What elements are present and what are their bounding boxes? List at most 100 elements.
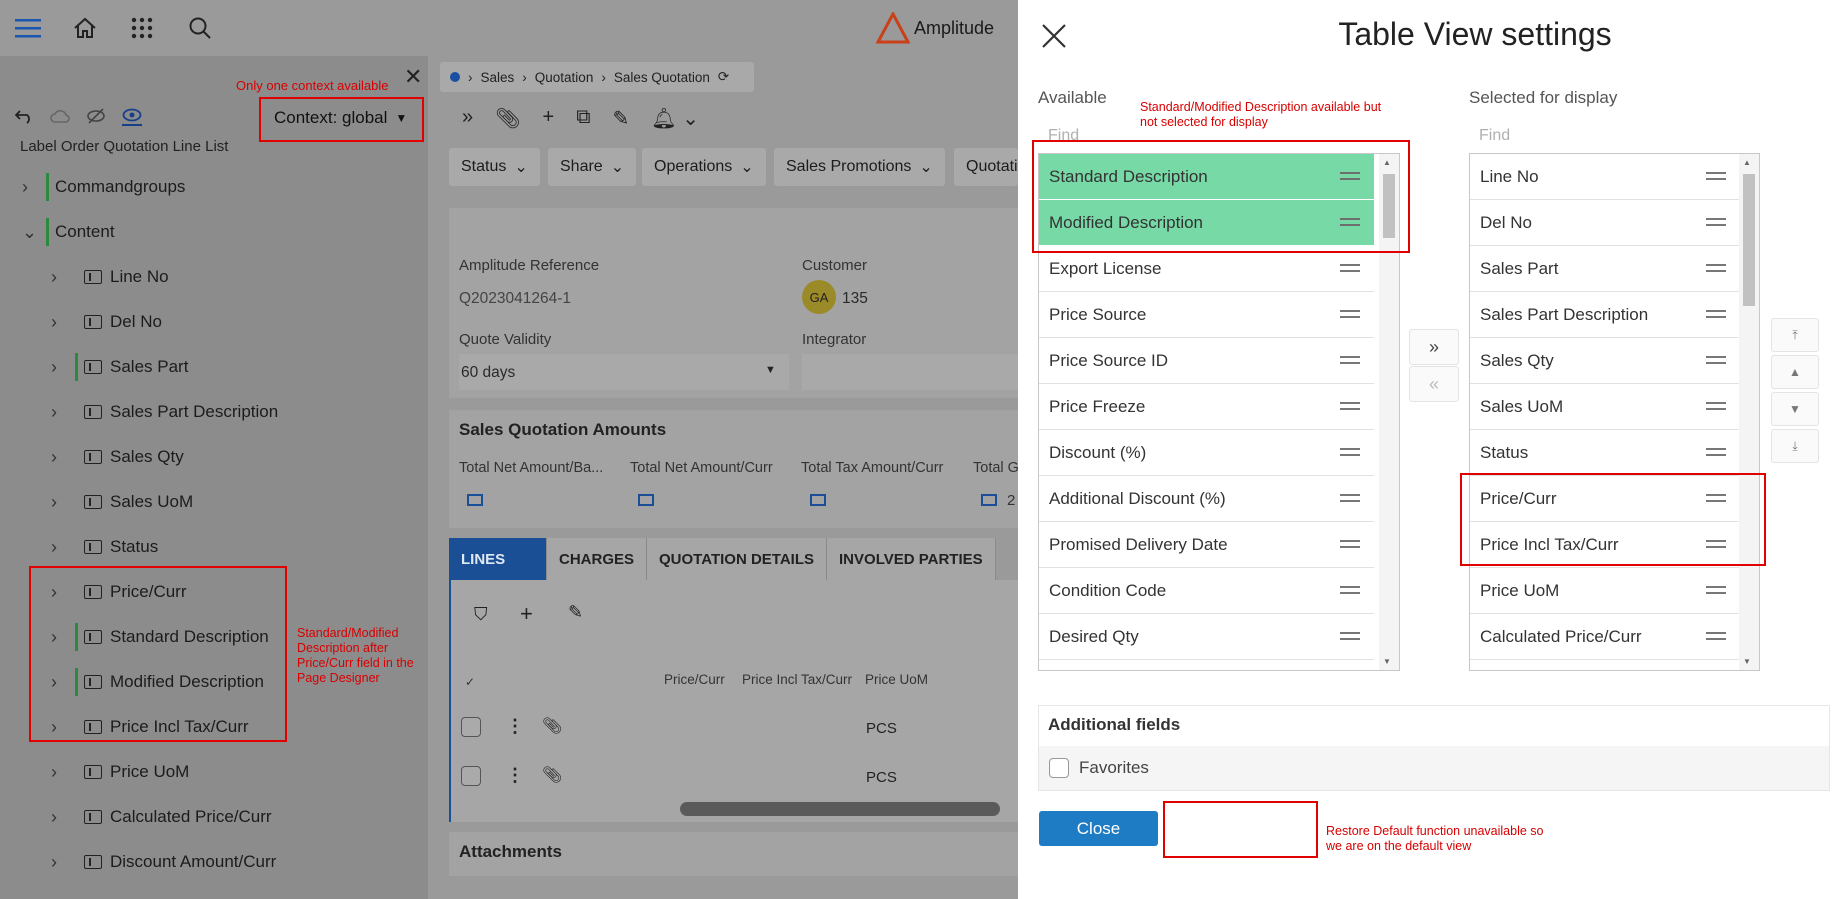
move-top-button[interactable]: ⤒ (1771, 318, 1819, 352)
drag-handle-icon[interactable] (1706, 218, 1726, 226)
selected-list-item[interactable]: Calculated Price/Curr (1470, 614, 1740, 660)
quotation-dropdown[interactable]: Quotatio (954, 148, 1018, 186)
edit-icon[interactable]: ✎ (612, 106, 629, 131)
drag-handle-icon[interactable] (1706, 402, 1726, 410)
chevron-right-icon[interactable]: › (51, 537, 67, 558)
tree-item[interactable]: › Price UoM (51, 752, 189, 792)
available-list-item[interactable]: Condition Code (1039, 568, 1374, 614)
tab-charges[interactable]: CHARGES (547, 538, 648, 580)
share-dropdown[interactable]: Share ⌄ (548, 148, 637, 186)
apps-grid-icon[interactable] (128, 14, 156, 42)
drag-handle-icon[interactable] (1340, 402, 1360, 410)
tree-item[interactable]: › Calculated Price/Curr (51, 797, 272, 837)
scroll-down-icon[interactable]: ▼ (1743, 657, 1751, 666)
move-bottom-button[interactable]: ⤓ (1771, 429, 1819, 463)
drag-handle-icon[interactable] (1706, 448, 1726, 456)
close-button[interactable]: Close (1039, 811, 1158, 846)
validity-select[interactable]: 60 days ▼ (459, 354, 789, 390)
move-to-available-button[interactable]: « (1409, 366, 1459, 402)
filter-icon[interactable]: ⛉ (474, 604, 488, 625)
duplicate-icon[interactable]: ⧉ (576, 106, 590, 131)
context-dropdown[interactable]: Context: global ▼ (274, 108, 407, 128)
favorites-row[interactable]: Favorites (1039, 746, 1829, 790)
horizontal-scrollbar[interactable] (680, 802, 1000, 816)
drag-handle-icon[interactable] (1706, 172, 1726, 180)
tree-item[interactable]: › Sales Qty (51, 437, 184, 477)
tree-item[interactable]: › Commandgroups (22, 167, 185, 207)
tree-item[interactable]: › Sales Part Description (51, 392, 278, 432)
move-down-button[interactable]: ▼ (1771, 392, 1819, 426)
chevron-right-icon[interactable]: › (51, 492, 67, 513)
cloud-upload-icon[interactable] (50, 106, 70, 126)
drag-handle-icon[interactable] (1706, 264, 1726, 272)
drag-handle-icon[interactable] (1706, 586, 1726, 594)
add-icon[interactable]: + (543, 106, 555, 131)
expand-icon[interactable]: » (462, 106, 473, 131)
row-checkbox[interactable] (461, 766, 481, 786)
tree-item[interactable]: › Sales UoM (51, 482, 193, 522)
chevron-right-icon[interactable]: › (51, 807, 67, 828)
amount-icon[interactable] (467, 494, 483, 506)
scroll-down-icon[interactable]: ▼ (1383, 657, 1391, 666)
available-list-item[interactable]: Discount (%) (1039, 430, 1374, 476)
drag-handle-icon[interactable] (1340, 586, 1360, 594)
move-to-selected-button[interactable]: » (1409, 329, 1459, 365)
search-icon[interactable] (186, 14, 214, 42)
refresh-icon[interactable]: ⟳ (718, 69, 729, 85)
edit-icon[interactable]: ✎ (568, 602, 583, 623)
integrator-field[interactable] (802, 354, 1018, 390)
scroll-up-icon[interactable]: ▲ (1743, 158, 1751, 167)
drag-handle-icon[interactable] (1340, 356, 1360, 364)
chevron-right-icon[interactable]: › (51, 762, 67, 783)
drag-handle-icon[interactable] (1706, 310, 1726, 318)
selected-list-item[interactable]: Sales Qty (1470, 338, 1740, 384)
tab-quotation-details[interactable]: QUOTATION DETAILS (647, 538, 828, 580)
selected-list-item[interactable]: Line No (1470, 154, 1740, 200)
chevron-right-icon[interactable]: › (22, 177, 38, 198)
operations-dropdown[interactable]: Operations ⌄ (642, 148, 766, 186)
menu-icon[interactable] (14, 14, 42, 42)
tab-involved-parties[interactable]: INVOLVED PARTIES (827, 538, 996, 580)
drag-handle-icon[interactable] (1340, 448, 1360, 456)
available-list-item[interactable]: Additional Discount (%) (1039, 476, 1374, 522)
amount-icon[interactable] (810, 494, 826, 506)
tab-lines[interactable]: LINES (449, 538, 547, 580)
breadcrumb-sales-quotation[interactable]: Sales Quotation (614, 70, 710, 85)
home-icon[interactable] (71, 14, 99, 42)
drag-handle-icon[interactable] (1340, 264, 1360, 272)
notification-bell-icon[interactable]: 🔔︎ ⌄ (651, 106, 699, 131)
tree-item[interactable]: › Status (51, 527, 158, 567)
vertical-scrollbar[interactable]: ▲ ▼ (1739, 154, 1759, 670)
attachment-icon[interactable]: 📎︎ (495, 106, 520, 131)
chevron-right-icon[interactable]: › (51, 267, 67, 288)
scroll-thumb[interactable] (1743, 174, 1755, 306)
drag-handle-icon[interactable] (1340, 494, 1360, 502)
sales-promotions-dropdown[interactable]: Sales Promotions ⌄ (774, 148, 945, 186)
available-list-item[interactable]: Promised Delivery Date (1039, 522, 1374, 568)
selected-list-item[interactable]: Sales Part (1470, 246, 1740, 292)
add-icon[interactable]: + (520, 601, 533, 627)
amount-icon[interactable] (981, 494, 997, 506)
chevron-right-icon[interactable]: › (51, 312, 67, 333)
status-dropdown[interactable]: Status ⌄ (449, 148, 540, 186)
tree-item[interactable]: › Sales Part (51, 347, 188, 387)
grid-header[interactable]: Price UoM (865, 672, 928, 687)
available-list-item[interactable]: Price Source (1039, 292, 1374, 338)
chevron-right-icon[interactable]: › (51, 357, 67, 378)
tree-item[interactable]: › Line No (51, 257, 169, 297)
chevron-right-icon[interactable]: › (51, 852, 67, 873)
eye-icon[interactable] (122, 106, 142, 126)
grid-header[interactable]: Price/Curr (664, 672, 725, 687)
more-vertical-icon[interactable]: ⋮ (506, 765, 524, 786)
grid-header[interactable]: Price Incl Tax/Curr (742, 672, 852, 687)
tree-item[interactable]: › Del No (51, 302, 162, 342)
attachment-icon[interactable]: 📎︎ (542, 716, 562, 736)
selected-list-item[interactable]: Del No (1470, 200, 1740, 246)
favorites-checkbox[interactable] (1049, 758, 1069, 778)
attachment-icon[interactable]: 📎︎ (542, 765, 562, 785)
amount-icon[interactable] (638, 494, 654, 506)
row-checkbox[interactable] (461, 717, 481, 737)
available-list-item[interactable]: Desired Qty (1039, 614, 1374, 660)
move-up-button[interactable]: ▲ (1771, 355, 1819, 389)
close-icon[interactable]: ✕ (404, 64, 422, 90)
